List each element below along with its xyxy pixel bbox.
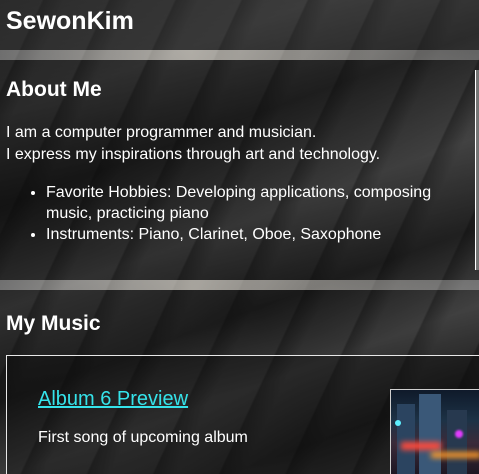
city-building-shape bbox=[419, 394, 441, 474]
city-building-shape bbox=[447, 410, 467, 474]
about-intro-line-2: I express my inspirations through art an… bbox=[6, 146, 381, 163]
list-item: Instruments: Piano, Clarinet, Oboe, Saxo… bbox=[46, 224, 474, 245]
album-description: First song of upcoming album bbox=[38, 429, 248, 446]
album-cover-image bbox=[390, 389, 479, 474]
album-preview-link[interactable]: Album 6 Preview bbox=[38, 388, 188, 411]
about-intro: I am a computer programmer and musician.… bbox=[6, 122, 466, 166]
neon-light-shape bbox=[431, 452, 479, 458]
neon-light-shape bbox=[455, 430, 463, 438]
neon-light-shape bbox=[395, 420, 401, 426]
album-card: Album 6 Preview First song of upcoming a… bbox=[6, 355, 479, 474]
site-header: SewonKim bbox=[0, 0, 479, 50]
about-heading: About Me bbox=[6, 78, 102, 101]
neon-light-shape bbox=[401, 442, 441, 450]
city-building-shape bbox=[397, 404, 415, 474]
music-heading: My Music bbox=[6, 312, 101, 335]
section-divider bbox=[0, 280, 479, 290]
about-intro-line-1: I am a computer programmer and musician. bbox=[6, 124, 317, 141]
about-section: About Me I am a computer programmer and … bbox=[0, 60, 479, 280]
profile-photo bbox=[475, 70, 479, 270]
section-divider bbox=[0, 50, 479, 60]
about-list: Favorite Hobbies: Developing application… bbox=[6, 182, 474, 245]
music-section: My Music Album 6 Preview First song of u… bbox=[0, 290, 479, 474]
list-item: Favorite Hobbies: Developing application… bbox=[46, 182, 474, 224]
site-title: SewonKim bbox=[6, 7, 134, 35]
